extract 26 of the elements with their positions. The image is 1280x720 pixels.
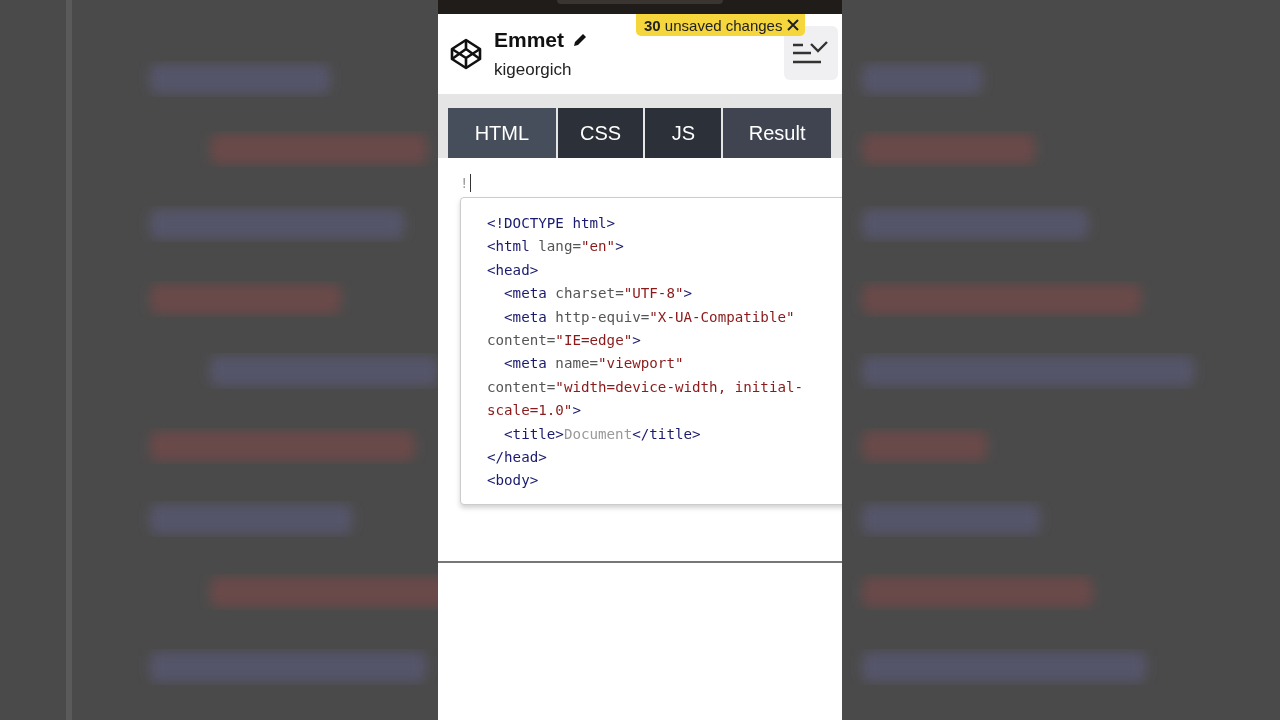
code-line: <html lang="en"> xyxy=(487,237,625,257)
project-title: Emmet xyxy=(494,28,565,52)
tab[interactable]: JS xyxy=(645,108,722,158)
unsaved-changes-badge: 30 unsaved changes xyxy=(636,14,806,36)
lines-chevron-icon xyxy=(791,40,831,66)
code-line: <body> xyxy=(487,471,540,491)
code-line: <title>Document</title> xyxy=(503,424,702,444)
cube-logo-icon xyxy=(450,38,482,70)
code-line: </head> xyxy=(487,448,548,468)
pencil-icon[interactable] xyxy=(572,32,589,48)
code-line: content="IE=edge"> xyxy=(487,331,642,351)
code-line: <head> xyxy=(487,260,540,280)
code-line: <meta charset="UTF-8"> xyxy=(503,284,693,304)
code-line: content="width=device-width, initial- xyxy=(487,377,805,397)
tab[interactable]: CSS xyxy=(557,108,644,158)
code-line: <meta http-equiv="X-UA-Compatible" xyxy=(503,307,796,327)
code-line: scale=1.0"> xyxy=(487,401,582,421)
tab[interactable]: HTML xyxy=(448,108,556,158)
autocomplete-popup[interactable] xyxy=(460,197,842,505)
code-line: ! xyxy=(460,174,472,192)
author-name[interactable]: kigeorgich xyxy=(494,60,589,80)
tab[interactable]: Result xyxy=(723,108,831,158)
layout-button[interactable] xyxy=(784,26,838,80)
code-line: <meta name="viewport" xyxy=(503,354,685,374)
close-icon[interactable] xyxy=(787,19,800,31)
code-line: <!DOCTYPE html> xyxy=(487,214,617,233)
